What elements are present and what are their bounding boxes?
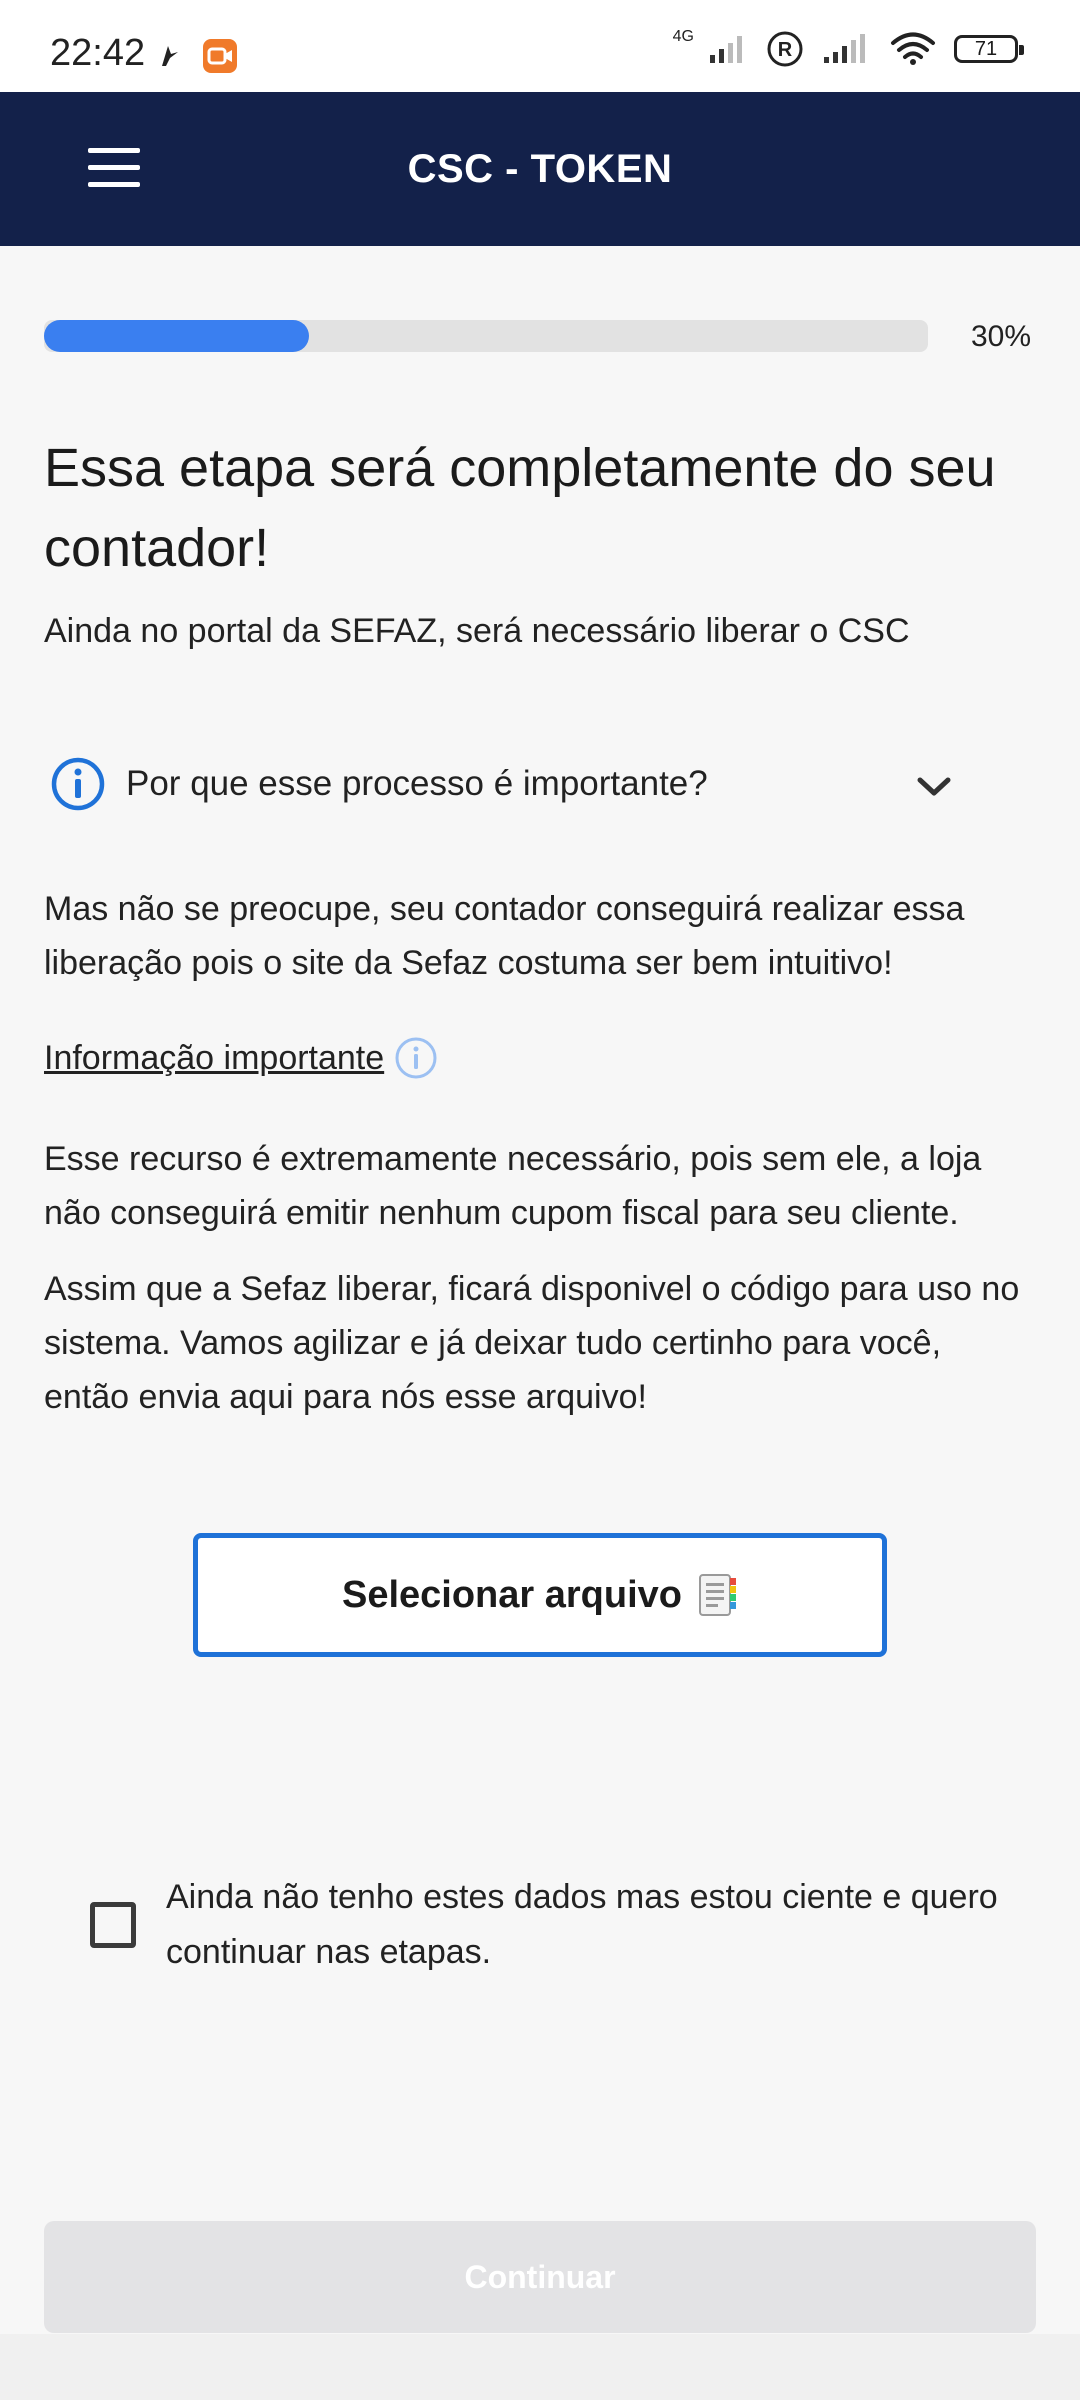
select-file-label: Selecionar arquivo xyxy=(341,1573,682,1616)
progress-fill xyxy=(44,320,310,352)
info-outline-icon[interactable] xyxy=(394,1036,438,1080)
important-info[interactable]: Informação importante xyxy=(44,1036,438,1080)
status-right: 4G R 71 xyxy=(669,28,1024,68)
important-info-link[interactable]: Informação importante xyxy=(44,1039,384,1078)
screen-recorder-icon xyxy=(203,39,237,73)
accordion-label: Por que esse processo é importante? xyxy=(126,764,708,803)
instructions-text: Assim que a Sefaz liberar, ficará dispon… xyxy=(44,1270,1020,1416)
why-important-accordion[interactable]: Por que esse processo é importante? xyxy=(44,752,984,816)
app-bar: CSC - TOKEN xyxy=(0,92,1080,246)
reassurance-text: Mas não se preocupe, seu contador conseg… xyxy=(44,890,965,982)
step-heading: Essa etapa será completamente do seu con… xyxy=(44,438,996,578)
continue-label: Continuar xyxy=(464,2258,616,2295)
document-icon xyxy=(699,1574,736,1616)
status-bar: 22:42 4G R 71 xyxy=(0,0,1080,92)
battery-level: 71 xyxy=(974,37,998,60)
status-left-icons xyxy=(158,38,238,74)
info-icon xyxy=(51,757,105,811)
step-subtitle: Ainda no portal da SEFAZ, será necessári… xyxy=(44,612,910,650)
acknowledge-checkbox[interactable] xyxy=(90,1902,136,1948)
notification-bird-icon xyxy=(162,46,178,66)
signal-strength-icon xyxy=(710,36,742,63)
progress-label: 30% xyxy=(971,320,1032,353)
acknowledge-label: Ainda não tenho estes dados mas estou ci… xyxy=(166,1878,998,1971)
network-type: 4G xyxy=(672,28,694,45)
wifi-icon xyxy=(891,32,935,65)
roaming-icon: R xyxy=(767,31,803,67)
signal-strength-2-icon xyxy=(824,34,865,63)
necessity-text: Esse recurso é extremamente necessário, … xyxy=(44,1140,982,1232)
continue-button[interactable]: Continuar xyxy=(44,2221,1036,2333)
progress-bar xyxy=(44,320,928,352)
battery-icon: 71 xyxy=(954,35,1024,63)
select-file-button[interactable]: Selecionar arquivo xyxy=(193,1533,887,1657)
bottom-strip xyxy=(0,2334,1080,2400)
svg-text:R: R xyxy=(778,39,793,61)
status-time: 22:42 xyxy=(50,32,146,74)
chevron-down-icon[interactable] xyxy=(916,776,952,798)
page-title: CSC - TOKEN xyxy=(407,147,673,191)
